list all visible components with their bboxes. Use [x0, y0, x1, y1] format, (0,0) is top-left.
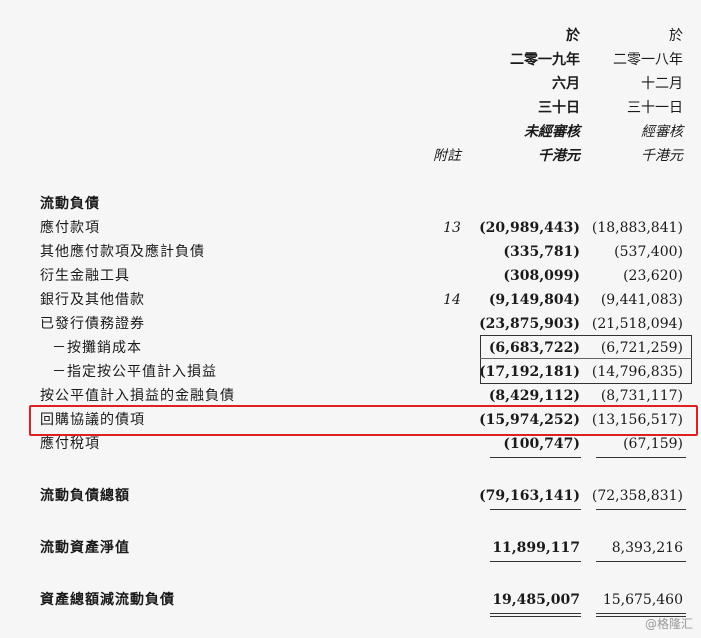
row-value-2018: (23,620)	[623, 268, 683, 284]
section-title: 流動負債	[40, 196, 100, 212]
header-col1-line: 二零一九年	[510, 52, 580, 68]
total-rule	[490, 561, 581, 562]
row-value-2019: (335,781)	[503, 244, 580, 260]
header-col2-line: 於	[669, 28, 683, 44]
final-rule	[490, 613, 581, 614]
total-row: 流動負債總額 (79,163,141) (72,358,831)	[0, 484, 701, 508]
sub-items-divider	[480, 358, 692, 359]
row-label: 衍生金融工具	[40, 268, 130, 284]
row-value-2019: (308,099)	[503, 268, 580, 284]
total-rule	[596, 509, 686, 510]
table-row: 衍生金融工具 (308,099) (23,620)	[0, 264, 701, 288]
header-col2-line: 十二月	[641, 76, 683, 92]
total-row: 流動資產淨值 11,899,117 8,393,216	[0, 536, 701, 560]
row-note: 13	[443, 220, 461, 236]
row-label: －按攤銷成本	[52, 340, 142, 356]
final-rule	[596, 613, 686, 614]
final-double-rule	[490, 616, 581, 617]
total-value-2018: 15,675,460	[602, 592, 683, 608]
row-value-2019: (20,989,443)	[479, 220, 580, 236]
total-label: 資產總額減流動負債	[40, 592, 175, 608]
header-col1-line: 六月	[552, 76, 580, 92]
note-column-header: 附註	[433, 148, 461, 164]
table-row: 銀行及其他借款 14 (9,149,804) (9,441,083)	[0, 288, 701, 312]
row-value-2018: (18,883,841)	[591, 220, 683, 236]
row-value-2018: (21,518,094)	[591, 316, 683, 332]
watermark: @格隆汇	[644, 617, 693, 631]
row-value-2018: (537,400)	[614, 244, 683, 260]
total-label: 流動負債總額	[40, 488, 130, 504]
subtotal-rule	[596, 457, 686, 458]
total-value-2018: 8,393,216	[611, 540, 683, 556]
total-value-2019: (79,163,141)	[479, 488, 580, 504]
header-col2-line: 二零一八年	[613, 52, 683, 68]
row-value-2019: (9,149,804)	[488, 292, 580, 308]
table-row: 其他應付款項及應計負債 (335,781) (537,400)	[0, 240, 701, 264]
total-rule	[596, 561, 686, 562]
header-col1-line: 三十日	[538, 100, 580, 116]
header-col1-unit: 千港元	[538, 148, 580, 164]
header-col2-line: 經審核	[641, 124, 683, 140]
total-value-2019: 19,485,007	[492, 592, 580, 608]
table-row: 已發行債務證券 (23,875,903) (21,518,094)	[0, 312, 701, 336]
row-label: 應付款項	[40, 220, 100, 236]
row-label: 已發行債務證券	[40, 316, 145, 332]
row-label: 銀行及其他借款	[40, 292, 145, 308]
sub-items-box	[480, 335, 692, 384]
row-label: 其他應付款項及應計負債	[40, 244, 205, 260]
header-col2-line: 三十一日	[627, 100, 683, 116]
total-value-2018: (72,358,831)	[591, 488, 683, 504]
header-col1-line: 未經審核	[524, 124, 580, 140]
row-value-2019: (23,875,903)	[479, 316, 580, 332]
total-rule	[490, 509, 581, 510]
row-note: 14	[443, 292, 461, 308]
table-row: 應付款項 13 (20,989,443) (18,883,841)	[0, 216, 701, 240]
row-value-2018: (9,441,083)	[600, 292, 683, 308]
total-label: 流動資產淨值	[40, 540, 130, 556]
subtotal-rule	[490, 457, 581, 458]
header-col1-line: 於	[566, 28, 580, 44]
row-label: －指定按公平值計入損益	[52, 364, 217, 380]
highlight-box	[29, 405, 698, 436]
header-col2-unit: 千港元	[641, 148, 683, 164]
total-value-2019: 11,899,117	[492, 540, 580, 556]
total-row: 資產總額減流動負債 19,485,007 15,675,460	[0, 588, 701, 612]
